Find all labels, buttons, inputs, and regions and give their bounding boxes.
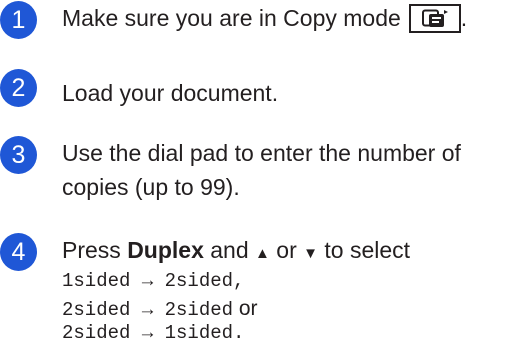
step-1-number-badge: 1 xyxy=(0,1,37,39)
step-3-number-badge: 3 xyxy=(0,136,37,174)
step-1-period: . xyxy=(460,5,468,31)
step-2-text: Load your document. xyxy=(62,80,279,106)
step-4-and: and xyxy=(203,237,256,263)
step-4-or: or xyxy=(269,237,304,263)
step-3-line-2: copies (up to 99). xyxy=(62,174,240,200)
step-4-press: Press xyxy=(62,237,128,263)
option-2sided-to-2sided-line: 2sided → 2sided or xyxy=(62,294,258,323)
step-4-number-badge: 4 xyxy=(0,233,37,271)
step-3-line-1: Use the dial pad to enter the number of xyxy=(62,140,461,166)
option-1sided-to-2sided: 1sided → 2sided, xyxy=(62,270,245,292)
step-1-instruction: Make sure you are in Copy mode xyxy=(62,5,401,31)
up-arrow-icon: ▲ xyxy=(255,245,270,262)
step-4-instruction: Press Duplex and ▲ or ▼ to select xyxy=(62,234,410,270)
option-or: or xyxy=(233,297,258,320)
copy-key-icon xyxy=(408,4,461,33)
duplex-key-label: Duplex xyxy=(127,237,204,263)
step-4-to-select: to select xyxy=(317,237,411,263)
option-2sided-to-2sided: 2sided → 2sided xyxy=(62,299,234,321)
option-2sided-to-1sided: 2sided → 1sided. xyxy=(62,322,245,344)
step-1-text: Make sure you are in Copy mode . xyxy=(62,2,467,34)
step-2-number-badge: 2 xyxy=(0,69,37,107)
down-arrow-icon: ▼ xyxy=(303,245,318,262)
